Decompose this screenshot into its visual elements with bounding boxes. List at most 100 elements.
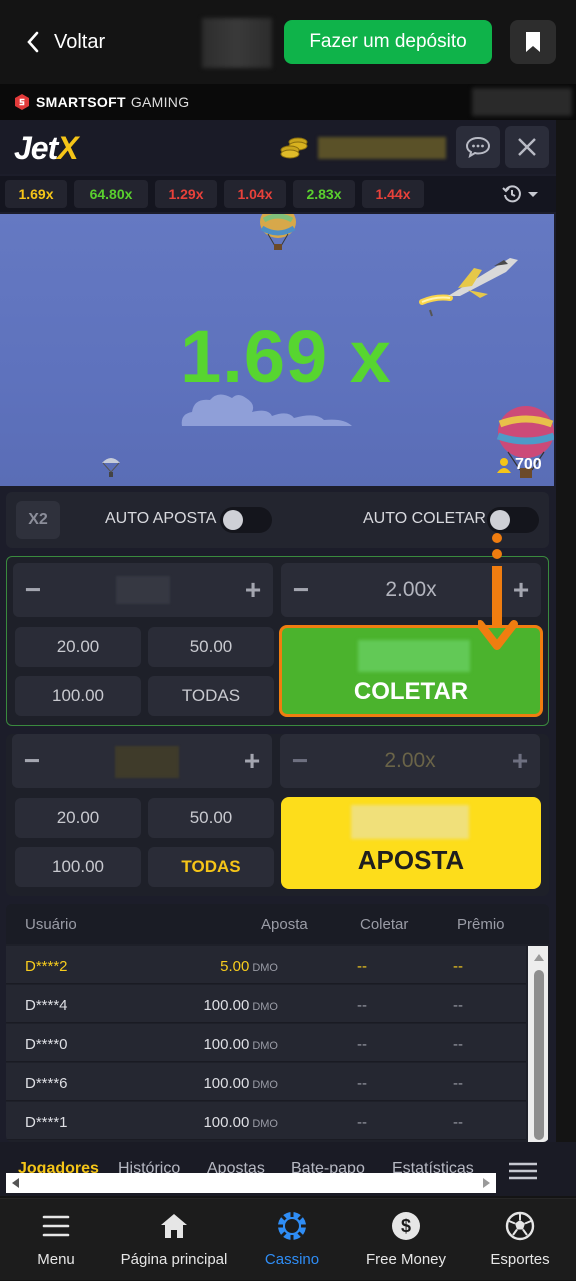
close-icon xyxy=(518,138,536,156)
hamburger-menu-icon[interactable] xyxy=(508,1162,538,1180)
nav-free-money[interactable]: $ Free Money xyxy=(358,1199,454,1281)
parachute-icon xyxy=(102,458,120,477)
quick-amount-button[interactable]: 100.00 xyxy=(15,847,141,887)
bookmark-icon xyxy=(526,32,540,52)
nav-menu[interactable]: Menu xyxy=(26,1199,86,1281)
collect-label: COLETAR xyxy=(353,678,469,705)
balance-blurred xyxy=(318,137,446,159)
table-row: D****6 100.00 DMO -- -- xyxy=(6,1063,526,1101)
menu-icon xyxy=(42,1215,70,1237)
table-row: D****1 100.00 DMO -- -- xyxy=(6,1102,526,1140)
top-bar: Voltar Fazer um depósito xyxy=(0,0,576,84)
history-dropdown-button[interactable] xyxy=(502,184,540,204)
svg-text:$: $ xyxy=(401,1216,411,1236)
auto-bet-label: AUTO APOSTA xyxy=(105,510,217,527)
bet-label: APOSTA xyxy=(357,845,465,875)
bottom-navigation: Menu Página principal Cassino $ Free Mon… xyxy=(0,1198,576,1280)
smartsoft-s-icon xyxy=(15,94,29,110)
quick-amount-button[interactable]: 20.00 xyxy=(15,798,141,838)
bookmark-button[interactable] xyxy=(510,20,556,64)
game-header: JetX xyxy=(0,120,556,174)
chat-button[interactable] xyxy=(456,126,500,168)
column-header-collect: Coletar xyxy=(360,916,409,933)
soccer-ball-icon xyxy=(505,1211,535,1241)
brand-bold: SMARTSOFT xyxy=(36,94,126,110)
bet-amount-blurred[interactable] xyxy=(116,576,170,604)
back-button[interactable]: Voltar xyxy=(26,22,105,62)
increase-amount-button[interactable]: + xyxy=(233,563,273,617)
bet-amount-stepper: − + xyxy=(13,563,273,617)
history-chip: 1.44x xyxy=(362,180,424,208)
quick-amount-button[interactable]: 100.00 xyxy=(15,676,141,716)
scrollbar-thumb[interactable] xyxy=(534,970,544,1140)
table-row: D****4 100.00 DMO -- -- xyxy=(6,985,526,1023)
decrease-amount-button[interactable]: − xyxy=(12,734,52,788)
nav-casino[interactable]: Cassino xyxy=(254,1199,330,1281)
close-button[interactable] xyxy=(505,126,549,168)
horizontal-scrollbar[interactable] xyxy=(6,1173,496,1193)
history-chip: 2.83x xyxy=(293,180,355,208)
bet-amount-blurred[interactable] xyxy=(115,746,179,778)
brand-thin: GAMING xyxy=(130,94,190,110)
players-table: Usuário Aposta Coletar Prêmio D****2 5.0… xyxy=(6,904,549,1142)
auto-bet-toggle[interactable] xyxy=(220,507,272,533)
deposit-button[interactable]: Fazer um depósito xyxy=(284,20,492,64)
multiplier-history: 1.69x 64.80x 1.29x 1.04x 2.83x 1.44x xyxy=(0,176,556,212)
nav-home[interactable]: Página principal xyxy=(114,1199,234,1281)
back-label: Voltar xyxy=(54,30,106,53)
table-scrollbar[interactable] xyxy=(528,946,548,1142)
x2-button[interactable]: X2 xyxy=(16,501,60,539)
column-header-prize: Prêmio xyxy=(457,916,505,933)
scroll-left-icon[interactable] xyxy=(10,1177,20,1189)
caret-down-icon xyxy=(528,192,538,197)
smartsoft-logo: SMARTSOFT GAMING xyxy=(14,94,189,110)
blurred-region xyxy=(202,18,272,68)
history-chip: 1.69x xyxy=(5,180,67,208)
decrease-multiplier-button[interactable]: − xyxy=(280,734,320,788)
table-row: D****0 100.00 DMO -- -- xyxy=(6,1024,526,1062)
scroll-right-icon[interactable] xyxy=(482,1177,492,1189)
history-chip: 1.04x xyxy=(224,180,286,208)
scroll-up-icon[interactable] xyxy=(533,952,545,962)
multiplier-value[interactable]: 2.00x xyxy=(320,734,500,788)
history-chip: 1.29x xyxy=(155,180,217,208)
bet-amount-blurred xyxy=(351,805,469,839)
column-header-bet: Aposta xyxy=(261,916,308,933)
quick-amount-button[interactable]: 20.00 xyxy=(15,627,141,667)
scrollbar-thumb[interactable] xyxy=(28,1177,476,1189)
players-online-count: 700 xyxy=(496,456,542,474)
hot-air-balloon-icon xyxy=(260,214,296,250)
auto-collect-multiplier-stepper: − 2.00x + xyxy=(280,734,540,788)
column-header-user: Usuário xyxy=(25,916,77,933)
jetx-logo: JetX xyxy=(14,130,79,166)
quick-amount-button[interactable]: 50.00 xyxy=(148,627,274,667)
current-multiplier: 1.69 x xyxy=(180,315,392,398)
bet-amount-stepper: − + xyxy=(12,734,272,788)
decrease-amount-button[interactable]: − xyxy=(13,563,53,617)
casino-chip-icon xyxy=(278,1212,306,1240)
nav-sports[interactable]: Esportes xyxy=(482,1199,558,1281)
increase-amount-button[interactable]: + xyxy=(232,734,272,788)
table-row: D****2 5.00 DMO -- -- xyxy=(6,946,526,984)
increase-multiplier-button[interactable]: + xyxy=(500,734,540,788)
home-icon xyxy=(161,1214,187,1238)
game-canvas: 1.69 x 700 xyxy=(0,214,554,486)
multiplier-value[interactable]: 2.00x xyxy=(321,563,501,617)
auto-collect-toggle[interactable] xyxy=(487,507,539,533)
bet-panel-2: − + − 2.00x + 20.00 50.00 100.00 TODAS A… xyxy=(6,734,549,896)
quick-amount-all-button[interactable]: TODAS xyxy=(148,676,274,716)
blurred-region xyxy=(472,88,572,116)
bet-button[interactable]: APOSTA xyxy=(281,797,541,889)
down-arrow-annotation xyxy=(478,533,518,650)
chat-icon xyxy=(465,136,491,158)
jetx-game: JetX 1.69x 64.80x 1.29x 1.04x 2.83x 1.44… xyxy=(0,120,556,1142)
chevron-left-icon xyxy=(27,31,39,53)
decrease-multiplier-button[interactable]: − xyxy=(281,563,321,617)
coins-icon xyxy=(280,137,308,159)
table-header: Usuário Aposta Coletar Prêmio xyxy=(6,904,549,944)
quick-amount-all-button[interactable]: TODAS xyxy=(148,847,274,887)
quick-amount-button[interactable]: 50.00 xyxy=(148,798,274,838)
bet-panel-1: − + − 2.00x + 20.00 50.00 100.00 TODAS C… xyxy=(6,556,549,726)
jet-plane-icon xyxy=(419,258,518,317)
dollar-coin-icon: $ xyxy=(392,1212,420,1240)
